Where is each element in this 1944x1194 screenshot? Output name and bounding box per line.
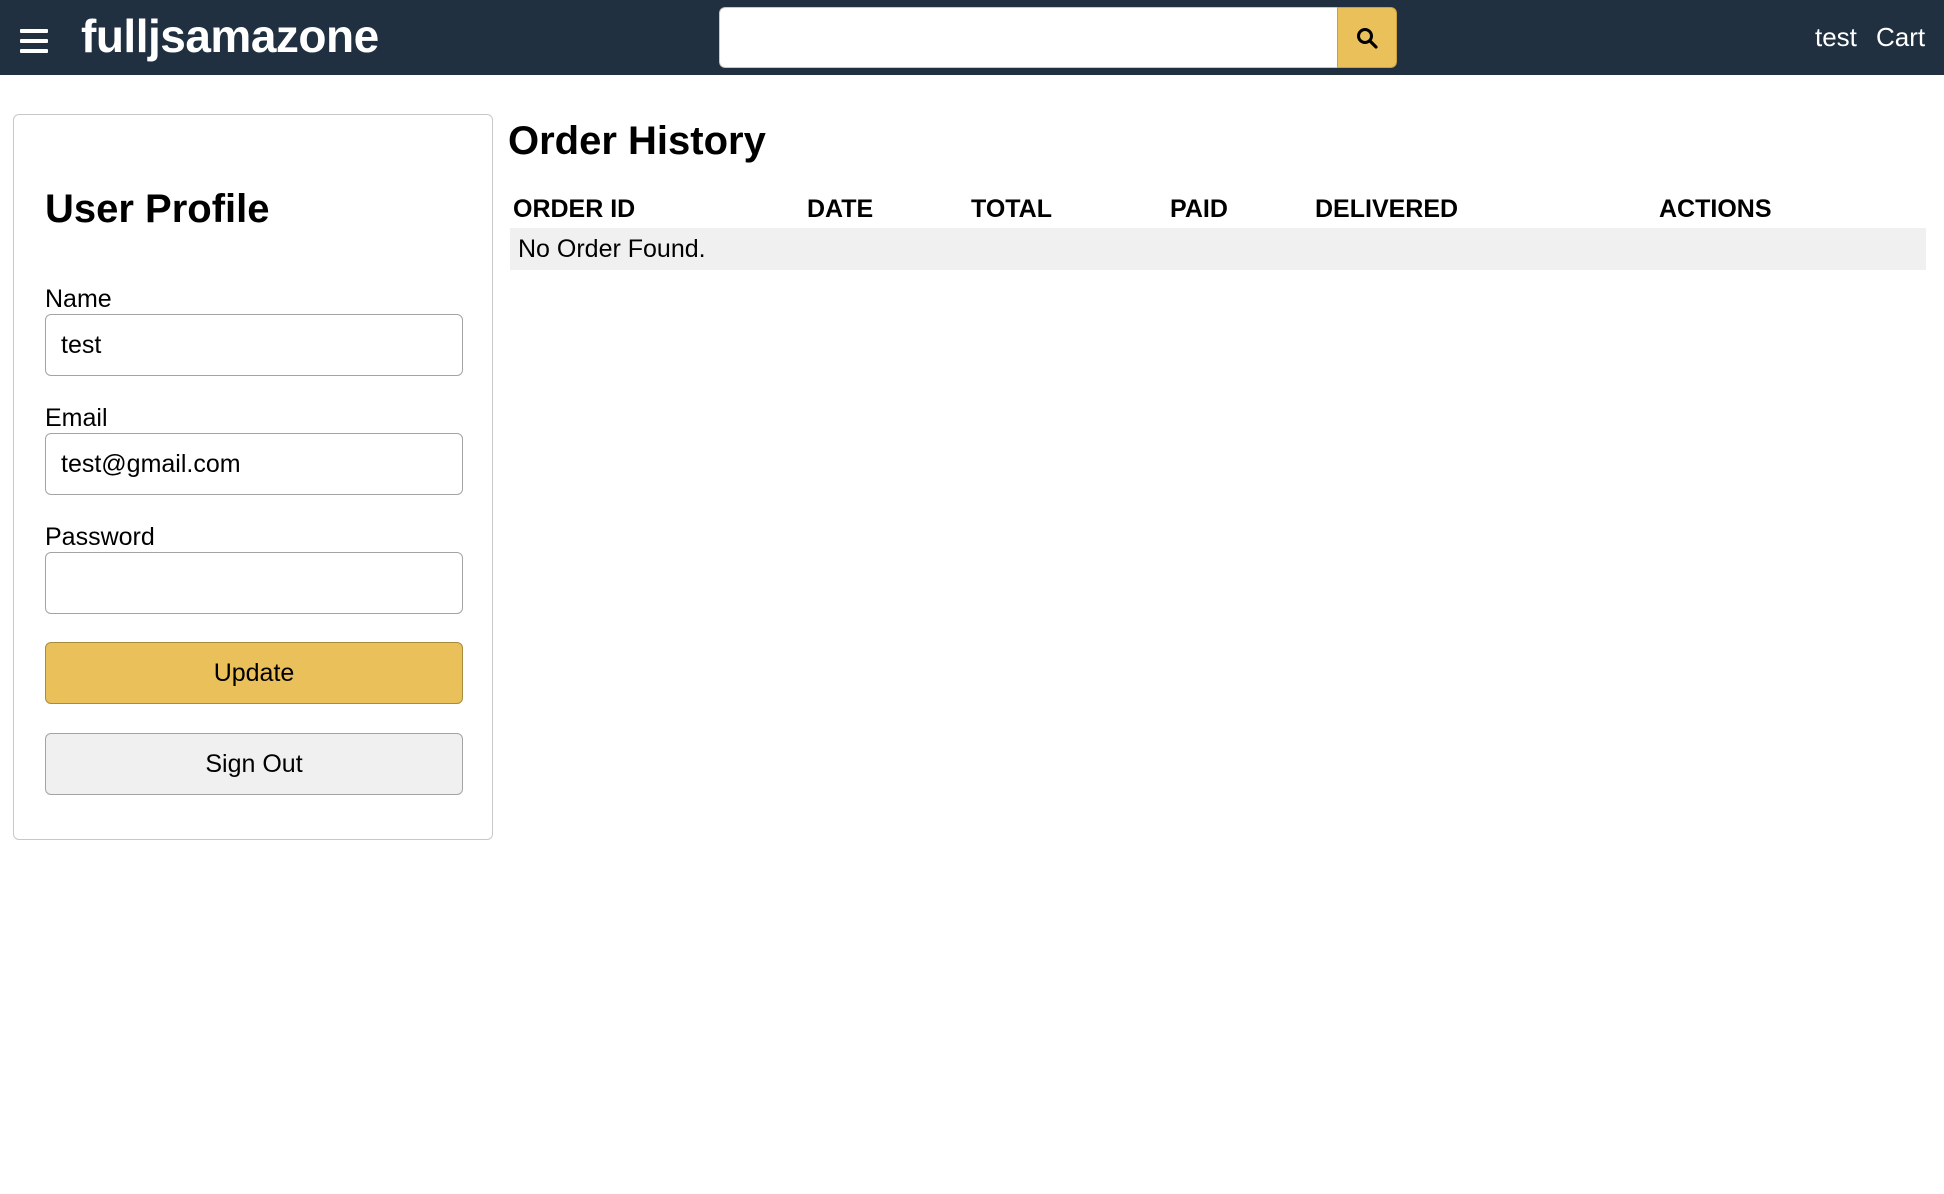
name-field[interactable]: [45, 314, 463, 376]
search-form: [719, 7, 1397, 68]
brand-logo-link[interactable]: fulljsamazone: [81, 8, 379, 64]
sign-out-button[interactable]: Sign Out: [45, 733, 463, 795]
nav-user-link[interactable]: test: [1815, 20, 1857, 54]
user-profile-card: User Profile Name Email Password Update …: [13, 114, 493, 840]
profile-title: User Profile: [45, 187, 270, 231]
top-header: fulljsamazone test Cart: [0, 0, 1944, 75]
column-header-total: TOTAL: [971, 195, 1053, 223]
email-label: Email: [45, 404, 108, 432]
empty-orders-message: No Order Found.: [518, 235, 706, 263]
column-header-paid: PAID: [1170, 195, 1228, 223]
search-icon: [1357, 27, 1378, 49]
password-field[interactable]: [45, 552, 463, 614]
password-label: Password: [45, 523, 155, 551]
column-header-date: DATE: [807, 195, 874, 223]
nav-cart-link[interactable]: Cart: [1876, 20, 1925, 54]
email-field[interactable]: [45, 433, 463, 495]
search-input[interactable]: [719, 7, 1337, 68]
name-label: Name: [45, 285, 112, 313]
update-button[interactable]: Update: [45, 642, 463, 704]
table-header-row: ORDER ID DATE TOTAL PAID DELIVERED ACTIO…: [510, 190, 1926, 228]
column-header-delivered: DELIVERED: [1315, 195, 1459, 223]
column-header-actions: ACTIONS: [1659, 195, 1772, 223]
search-button[interactable]: [1337, 7, 1397, 68]
hamburger-icon[interactable]: [20, 29, 48, 53]
column-header-order-id: ORDER ID: [513, 195, 636, 223]
order-history-table: ORDER ID DATE TOTAL PAID DELIVERED ACTIO…: [510, 190, 1926, 270]
order-history-title: Order History: [508, 119, 766, 163]
table-row: No Order Found.: [510, 228, 1926, 270]
